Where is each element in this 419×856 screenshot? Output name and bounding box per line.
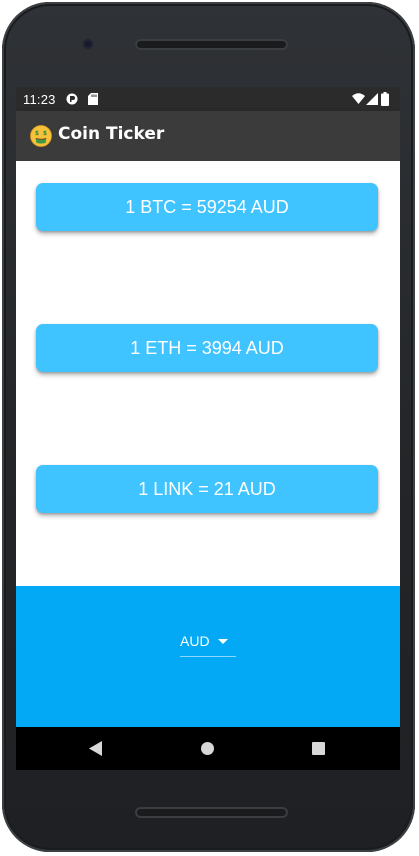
eth-rate-label: 1 ETH = 3994 AUD [130,337,284,358]
back-icon[interactable] [89,741,103,756]
signal-icon [366,93,378,105]
system-nav-bar [16,727,400,770]
home-icon[interactable] [201,742,214,755]
wifi-icon [352,93,365,104]
notification-icon [66,93,78,105]
sd-card-icon [88,93,98,105]
recents-icon[interactable] [312,742,325,755]
device-screen: 11:23 $ $ Coin Ticker 1 BTC = 59254 AUD … [16,87,400,770]
app-title: Coin Ticker [58,124,165,144]
svg-text:$: $ [35,130,39,137]
app-bar: $ $ Coin Ticker [16,111,400,161]
top-speaker [135,39,288,50]
bottom-speaker [135,807,288,818]
front-camera [83,39,93,49]
eth-rate-card[interactable]: 1 ETH = 3994 AUD [36,324,378,372]
status-time: 11:23 [23,92,56,107]
btc-rate-card[interactable]: 1 BTC = 59254 AUD [36,183,378,231]
btc-rate-label: 1 BTC = 59254 AUD [125,196,289,217]
svg-text:$: $ [43,130,47,137]
currency-dropdown[interactable]: AUD [180,631,236,657]
link-rate-card[interactable]: 1 LINK = 21 AUD [36,465,378,513]
battery-icon [381,92,389,106]
link-rate-label: 1 LINK = 21 AUD [138,478,276,499]
currency-selected-value: AUD [180,633,210,649]
status-bar: 11:23 [16,87,400,111]
rates-list: 1 BTC = 59254 AUD 1 ETH = 3994 AUD 1 LIN… [16,161,400,586]
dropdown-arrow-icon [218,639,228,644]
currency-picker-panel: AUD [16,586,400,727]
money-mouth-face-icon: $ $ [30,125,52,147]
